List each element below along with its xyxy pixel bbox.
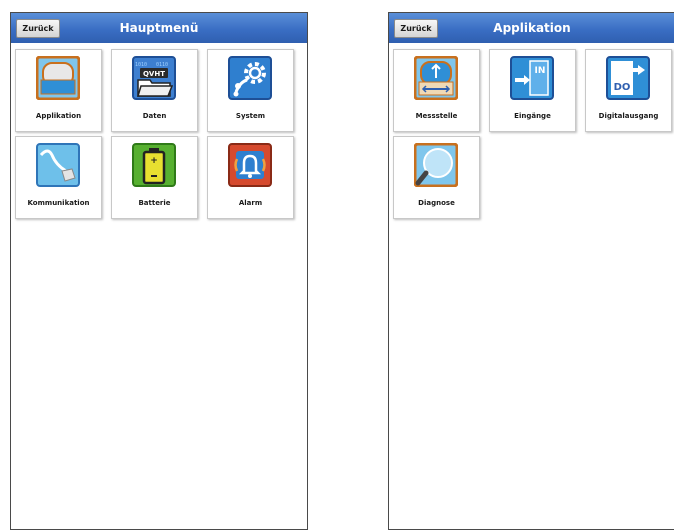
menu-tile-alarm[interactable]: Alarm [207, 136, 294, 219]
tile-label: Alarm [238, 199, 263, 207]
tile-label: System [235, 112, 266, 120]
menu-tile-diagnose[interactable]: Diagnose [393, 136, 480, 219]
tile-label: Daten [142, 112, 167, 120]
measuring-point-icon [414, 56, 458, 100]
menu-tile-messstelle[interactable]: Messstelle [393, 49, 480, 132]
svg-text:1010: 1010 [135, 62, 147, 68]
menu-tile-eingaenge[interactable]: IN Eingänge [489, 49, 576, 132]
application-header: Applikation Zurück [389, 13, 674, 43]
tile-label: Applikation [35, 112, 82, 120]
main-menu-header: Hauptmenü Zurück [11, 13, 307, 43]
application-icon [36, 56, 80, 100]
back-button[interactable]: Zurück [16, 19, 60, 38]
application-screen: Applikation Zurück Messstelle IN Eingäng… [388, 12, 674, 530]
tile-label: Digitalausgang [598, 112, 659, 120]
diagnosis-magnifier-icon [414, 143, 458, 187]
tile-label: Batterie [138, 199, 171, 207]
alarm-bell-icon [228, 143, 272, 187]
system-gear-icon [228, 56, 272, 100]
tile-label: Diagnose [418, 199, 455, 207]
data-badge-text: QVHT [143, 70, 165, 78]
menu-tile-daten[interactable]: 1010 0110 QVHT Daten [111, 49, 198, 132]
tile-label: Messstelle [415, 112, 458, 120]
data-folder-icon: 1010 0110 QVHT [132, 56, 176, 100]
inputs-badge-text: IN [535, 66, 546, 76]
digital-output-badge-text: DO [614, 82, 631, 93]
battery-icon: + [132, 143, 176, 187]
menu-tile-batterie[interactable]: + Batterie [111, 136, 198, 219]
svg-text:+: + [150, 156, 158, 166]
svg-text:0110: 0110 [156, 62, 168, 68]
tile-label: Eingänge [514, 112, 551, 120]
digital-output-icon: DO [606, 56, 650, 100]
main-menu-screen: Hauptmenü Zurück Applikation 1010 0110 Q… [10, 12, 308, 530]
communication-cable-icon [36, 143, 80, 187]
menu-tile-system[interactable]: System [207, 49, 294, 132]
menu-tile-digitalausgang[interactable]: DO Digitalausgang [585, 49, 672, 132]
back-button[interactable]: Zurück [394, 19, 438, 38]
menu-tile-kommunikation[interactable]: Kommunikation [15, 136, 102, 219]
menu-tile-applikation[interactable]: Applikation [15, 49, 102, 132]
inputs-icon: IN [510, 56, 554, 100]
tile-label: Kommunikation [27, 199, 90, 207]
